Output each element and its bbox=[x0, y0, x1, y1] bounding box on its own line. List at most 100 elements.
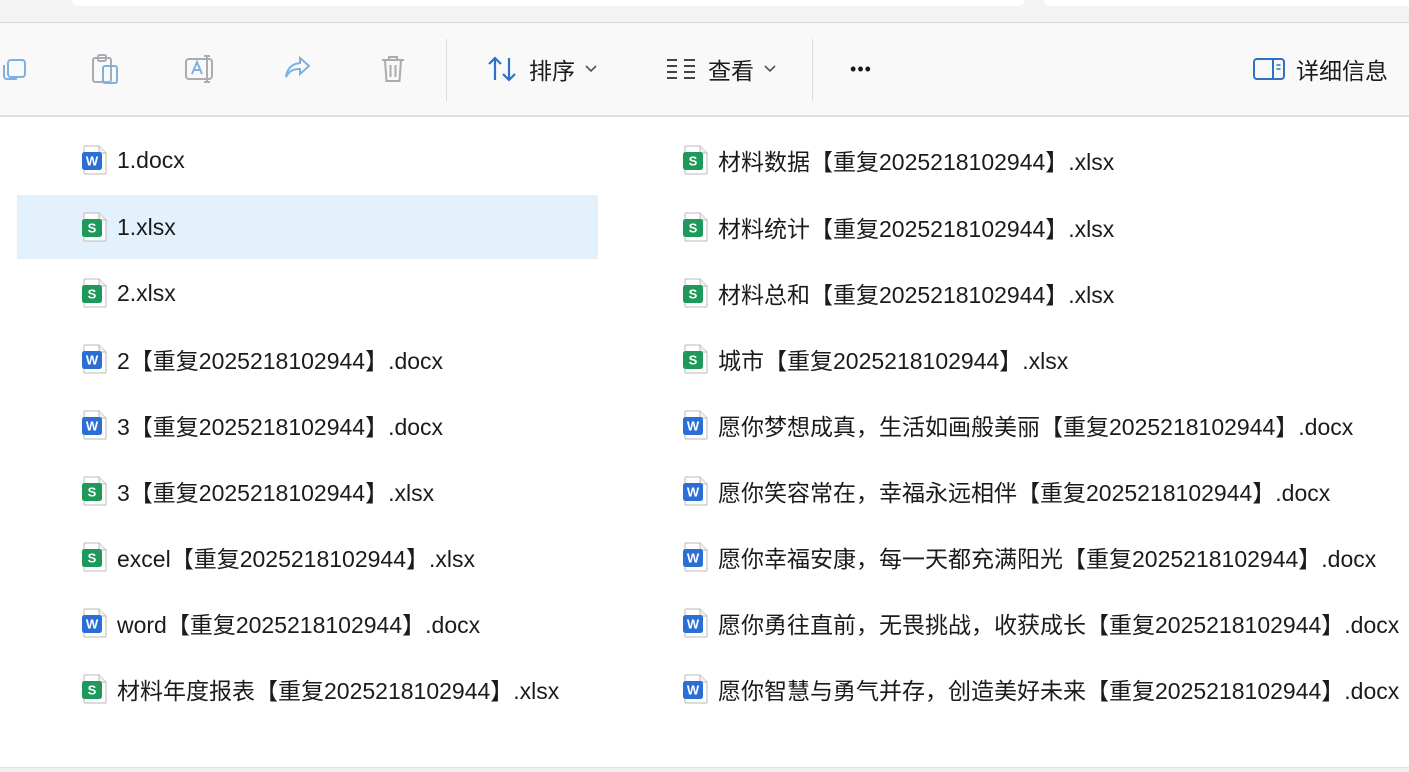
file-name: 愿你智慧与勇气并存，创造美好未来【重复2025218102944】.docx bbox=[718, 678, 1400, 704]
file-name: 3【重复2025218102944】.docx bbox=[117, 414, 444, 440]
file-item[interactable]: S 材料数据【重复2025218102944】.xlsx bbox=[683, 128, 1409, 192]
svg-text:W: W bbox=[86, 154, 99, 169]
svg-text:W: W bbox=[687, 617, 700, 632]
file-name: 材料数据【重复2025218102944】.xlsx bbox=[718, 149, 1115, 175]
svg-text:S: S bbox=[88, 551, 97, 566]
file-item[interactable]: W 3【重复2025218102944】.docx bbox=[82, 393, 598, 457]
file-name: 材料统计【重复2025218102944】.xlsx bbox=[718, 216, 1115, 242]
file-name: 城市【重复2025218102944】.xlsx bbox=[718, 348, 1069, 374]
more-options-button[interactable]: ••• bbox=[836, 23, 886, 115]
file-item[interactable]: S 城市【重复2025218102944】.xlsx bbox=[683, 327, 1409, 391]
svg-text:S: S bbox=[689, 353, 698, 368]
file-item[interactable]: W 1.docx bbox=[82, 128, 598, 192]
chevron-down-icon bbox=[585, 60, 597, 78]
file-name: word【重复2025218102944】.docx bbox=[117, 612, 481, 638]
search-box[interactable] bbox=[1044, 0, 1409, 6]
file-item[interactable]: S 3【重复2025218102944】.xlsx bbox=[82, 459, 598, 523]
svg-text:W: W bbox=[687, 683, 700, 698]
word-file-icon: W bbox=[683, 476, 709, 506]
file-name: 2【重复2025218102944】.docx bbox=[117, 348, 444, 374]
word-file-icon: W bbox=[82, 145, 108, 175]
excel-file-icon: S bbox=[82, 542, 108, 572]
file-item[interactable]: S 材料年度报表【重复2025218102944】.xlsx bbox=[82, 657, 598, 721]
details-pane-icon bbox=[1252, 56, 1286, 82]
word-file-icon: W bbox=[82, 608, 108, 638]
excel-file-icon: S bbox=[683, 145, 709, 175]
file-list: W 1.docx S 1.xlsx S 2.xlsx W 2【重复2025218… bbox=[0, 117, 1409, 767]
delete-button[interactable] bbox=[370, 23, 416, 115]
details-label: 详细信息 bbox=[1296, 58, 1388, 84]
word-file-icon: W bbox=[683, 542, 709, 572]
word-file-icon: W bbox=[683, 608, 709, 638]
svg-text:S: S bbox=[689, 154, 698, 169]
toolbar-separator bbox=[446, 39, 447, 101]
sort-icon bbox=[485, 54, 519, 84]
svg-text:S: S bbox=[88, 287, 97, 302]
file-item[interactable]: W 愿你梦想成真，生活如画般美丽【重复2025218102944】.docx bbox=[683, 393, 1409, 457]
more-icon: ••• bbox=[850, 58, 872, 79]
file-item[interactable]: S 2.xlsx bbox=[82, 261, 598, 325]
rename-icon bbox=[183, 53, 219, 85]
trash-icon bbox=[378, 53, 408, 85]
svg-text:S: S bbox=[88, 485, 97, 500]
file-name: 1.xlsx bbox=[117, 213, 176, 240]
view-button[interactable]: 查看 bbox=[652, 23, 788, 115]
excel-file-icon: S bbox=[82, 212, 108, 242]
file-name: 愿你勇往直前，无畏挑战，收获成长【重复2025218102944】.docx bbox=[718, 612, 1400, 638]
svg-text:W: W bbox=[687, 485, 700, 500]
chevron-down-icon bbox=[764, 60, 776, 78]
svg-text:S: S bbox=[88, 683, 97, 698]
svg-text:S: S bbox=[88, 221, 97, 236]
copy-button[interactable] bbox=[0, 23, 34, 115]
file-name: 愿你梦想成真，生活如画般美丽【重复2025218102944】.docx bbox=[718, 414, 1354, 440]
share-icon bbox=[281, 54, 313, 84]
file-name: 1.docx bbox=[117, 146, 185, 173]
excel-file-icon: S bbox=[683, 278, 709, 308]
command-bar: 排序 查看 ••• 详细信息 bbox=[0, 23, 1409, 117]
word-file-icon: W bbox=[82, 344, 108, 374]
view-label: 查看 bbox=[708, 58, 754, 84]
file-item[interactable]: W 愿你智慧与勇气并存，创造美好未来【重复2025218102944】.docx bbox=[683, 657, 1409, 721]
svg-text:W: W bbox=[86, 617, 99, 632]
paste-button[interactable] bbox=[82, 23, 128, 115]
share-button[interactable] bbox=[274, 23, 320, 115]
file-name: 3【重复2025218102944】.xlsx bbox=[117, 480, 435, 506]
file-name: 材料总和【重复2025218102944】.xlsx bbox=[718, 282, 1115, 308]
file-item-selected[interactable]: S 1.xlsx bbox=[17, 195, 598, 259]
file-name: excel【重复2025218102944】.xlsx bbox=[117, 546, 475, 572]
word-file-icon: W bbox=[683, 674, 709, 704]
file-item[interactable]: S excel【重复2025218102944】.xlsx bbox=[82, 525, 598, 589]
top-strip bbox=[0, 0, 1409, 23]
word-file-icon: W bbox=[82, 410, 108, 440]
word-file-icon: W bbox=[683, 410, 709, 440]
file-item[interactable]: S 材料统计【重复2025218102944】.xlsx bbox=[683, 195, 1409, 259]
file-item[interactable]: S 材料总和【重复2025218102944】.xlsx bbox=[683, 261, 1409, 325]
svg-text:S: S bbox=[689, 221, 698, 236]
excel-file-icon: S bbox=[82, 674, 108, 704]
excel-file-icon: S bbox=[683, 344, 709, 374]
svg-text:W: W bbox=[687, 419, 700, 434]
svg-text:W: W bbox=[687, 551, 700, 566]
file-item[interactable]: W 愿你勇往直前，无畏挑战，收获成长【重复2025218102944】.docx bbox=[683, 591, 1409, 655]
details-pane-button[interactable]: 详细信息 bbox=[1252, 23, 1402, 115]
excel-file-icon: S bbox=[82, 476, 108, 506]
excel-file-icon: S bbox=[82, 278, 108, 308]
file-item[interactable]: W word【重复2025218102944】.docx bbox=[82, 591, 598, 655]
sort-button[interactable]: 排序 bbox=[472, 23, 610, 115]
address-bar[interactable] bbox=[72, 0, 1025, 6]
svg-text:W: W bbox=[86, 353, 99, 368]
file-item[interactable]: W 2【重复2025218102944】.docx bbox=[82, 327, 598, 391]
view-list-icon bbox=[664, 57, 698, 81]
file-name: 2.xlsx bbox=[117, 279, 176, 306]
paste-icon bbox=[89, 52, 121, 86]
svg-text:S: S bbox=[689, 287, 698, 302]
file-item[interactable]: W 愿你幸福安康，每一天都充满阳光【重复2025218102944】.docx bbox=[683, 525, 1409, 589]
toolbar-separator bbox=[812, 39, 813, 101]
status-bar-edge bbox=[0, 767, 1409, 772]
file-name: 愿你幸福安康，每一天都充满阳光【重复2025218102944】.docx bbox=[718, 546, 1377, 572]
sort-label: 排序 bbox=[529, 58, 575, 84]
rename-button[interactable] bbox=[178, 23, 224, 115]
file-item[interactable]: W 愿你笑容常在，幸福永远相伴【重复2025218102944】.docx bbox=[683, 459, 1409, 523]
copy-icon bbox=[0, 54, 29, 84]
excel-file-icon: S bbox=[683, 212, 709, 242]
